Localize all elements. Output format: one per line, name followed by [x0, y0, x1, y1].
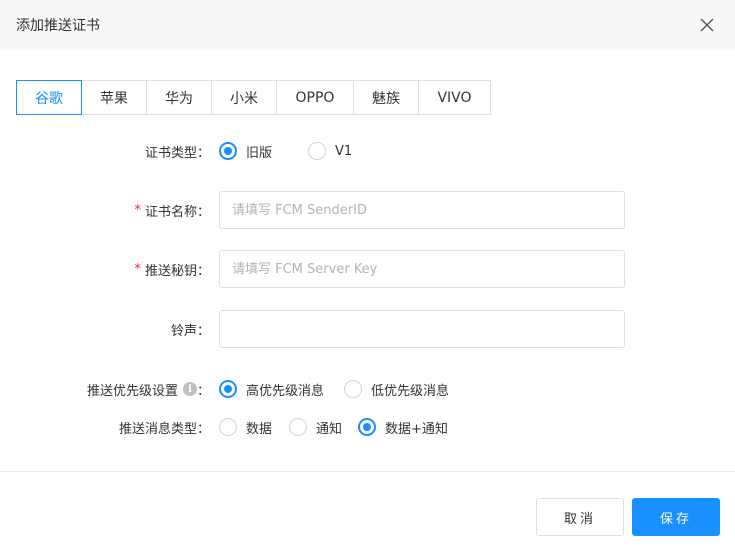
priority-radio-group: 高优先级消息 低优先级消息 — [219, 380, 465, 399]
radio-checked-icon[interactable] — [219, 380, 237, 398]
cert-name-control — [219, 191, 625, 229]
priority-label: 推送优先级设置 i ： — [87, 380, 210, 399]
ringtone-control — [219, 310, 625, 348]
priority-radio-high[interactable]: 高优先级消息 — [219, 380, 324, 399]
radio-label: 高优先级消息 — [246, 383, 325, 399]
push-key-label-text: 推送秘钥： — [144, 263, 210, 279]
push-key-input[interactable] — [219, 250, 625, 288]
radio-label: 通知 — [316, 421, 343, 437]
radio-label: 数据 — [246, 421, 273, 437]
message-type-label-text: 推送消息类型： — [118, 421, 210, 437]
cert-type-radio-legacy[interactable]: 旧版 — [219, 142, 272, 161]
tab-apple[interactable]: 苹果 — [82, 80, 147, 115]
radio-unchecked-icon[interactable] — [344, 380, 363, 398]
priority-label-colon: ： — [196, 383, 210, 399]
required-mark: * — [134, 261, 141, 277]
tab-label: 小米 — [230, 90, 258, 107]
radio-unchecked-icon[interactable] — [289, 418, 308, 436]
tab-meizu[interactable]: 魅族 — [354, 80, 419, 115]
priority-row: 推送优先级设置 i ： 高优先级消息 低优先级消息 — [0, 379, 735, 399]
tab-vivo[interactable]: VIVO — [419, 80, 491, 115]
radio-checked-icon[interactable] — [358, 418, 377, 436]
radio-unchecked-icon[interactable] — [308, 142, 327, 160]
push-key-row: * 推送秘钥： — [0, 250, 735, 288]
tab-oppo[interactable]: OPPO — [277, 80, 354, 115]
radio-label: 低优先级消息 — [371, 383, 450, 399]
dialog-title: 添加推送证书 — [16, 18, 100, 34]
tab-huawei[interactable]: 华为 — [147, 80, 212, 115]
vendor-tabs: 谷歌 苹果 华为 小米 OPPO 魅族 VIVO — [16, 80, 491, 115]
tab-label: OPPO — [295, 89, 335, 106]
add-push-cert-dialog: 添加推送证书 谷歌 苹果 华为 小米 OPPO 魅族 VIVO 证书类型： 旧版… — [0, 0, 735, 548]
tab-google[interactable]: 谷歌 — [16, 80, 82, 115]
cert-type-radio-v1[interactable]: V1 — [308, 142, 352, 160]
ringtone-row: 铃声： — [0, 310, 735, 348]
message-type-label: 推送消息类型： — [119, 418, 210, 437]
push-key-control — [219, 250, 625, 288]
message-type-radio-notification[interactable]: 通知 — [289, 418, 342, 437]
radio-checked-icon[interactable] — [219, 142, 237, 160]
cert-name-input[interactable] — [219, 191, 625, 229]
ringtone-label: 铃声： — [171, 320, 210, 339]
radio-label: 旧版 — [246, 145, 273, 161]
tab-label: VIVO — [437, 89, 472, 106]
cancel-button[interactable]: 取消 — [536, 498, 624, 536]
cert-name-label-text: 证书名称： — [144, 204, 210, 220]
tab-label: 魅族 — [372, 90, 400, 107]
cert-type-row: 证书类型： 旧版 V1 — [0, 141, 735, 161]
cert-type-label: 证书类型： — [145, 142, 210, 161]
close-icon[interactable] — [699, 17, 715, 33]
radio-unchecked-icon[interactable] — [219, 418, 237, 436]
push-key-label: * 推送秘钥： — [134, 260, 210, 279]
priority-label-text: 推送优先级设置 — [86, 383, 178, 399]
ringtone-label-text: 铃声： — [170, 323, 210, 339]
message-type-radio-data-notification[interactable]: 数据+通知 — [358, 418, 448, 437]
tab-xiaomi[interactable]: 小米 — [212, 80, 277, 115]
tab-label: 谷歌 — [35, 90, 63, 107]
cert-name-row: * 证书名称： — [0, 191, 735, 229]
message-type-row: 推送消息类型： 数据 通知 数据+通知 — [0, 417, 735, 437]
ringtone-input[interactable] — [219, 310, 625, 348]
priority-radio-low[interactable]: 低优先级消息 — [344, 380, 449, 399]
message-type-radio-group: 数据 通知 数据+通知 — [219, 418, 464, 437]
footer-divider — [0, 471, 735, 472]
tab-label: 华为 — [165, 90, 193, 107]
radio-label: 数据+通知 — [385, 421, 448, 437]
message-type-radio-data[interactable]: 数据 — [219, 418, 272, 437]
cert-name-label: * 证书名称： — [134, 201, 210, 220]
cert-type-label-text: 证书类型： — [144, 145, 210, 161]
required-mark: * — [134, 202, 141, 218]
dialog-header: 添加推送证书 — [0, 0, 735, 50]
tab-label: 苹果 — [100, 90, 128, 107]
info-icon[interactable]: i — [182, 382, 197, 396]
save-button[interactable]: 保存 — [632, 498, 720, 536]
cert-type-radio-group: 旧版 V1 — [219, 142, 368, 161]
radio-label: V1 — [335, 143, 353, 159]
